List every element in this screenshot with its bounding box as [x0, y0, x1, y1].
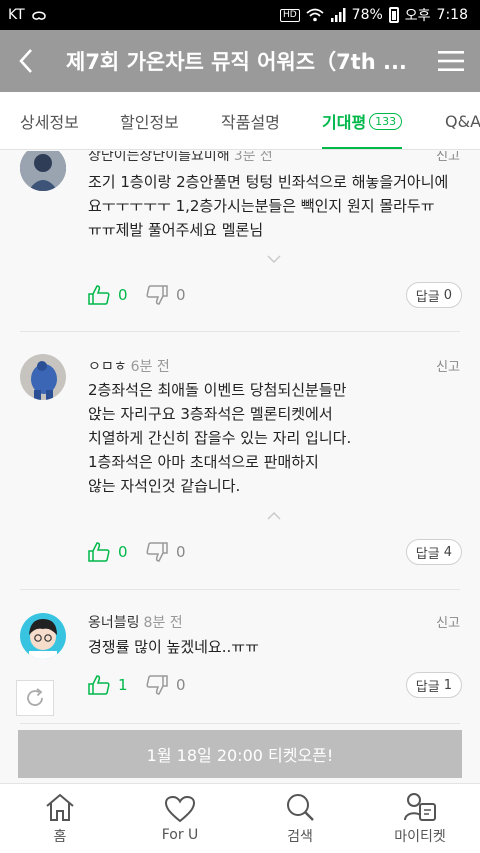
tab-label: 할인정보 [120, 113, 179, 132]
bottom-nav: 홈 For U 검색 마이티켓 [0, 783, 480, 853]
heart-icon [164, 795, 196, 822]
reply-count: 0 [443, 287, 452, 303]
thumbs-down-icon [146, 675, 168, 695]
comment-list[interactable]: 상단이는상단이를요미해 3분 전 신고 조기 1층이랑 2층안풀면 텅텅 빈좌석으… [0, 151, 480, 783]
comment-meta: ㅇㅁㅎ 6분 전 [88, 356, 170, 376]
like-button[interactable]: 0 [88, 285, 146, 305]
tab-description[interactable]: 작품설명 [221, 92, 280, 149]
dislike-button[interactable]: 0 [146, 542, 186, 562]
thumbs-up-icon [88, 675, 110, 695]
dislike-count: 0 [176, 676, 186, 694]
thumbs-down-icon [146, 542, 168, 562]
hd-icon: HD [279, 8, 300, 22]
chevron-up-icon[interactable] [267, 512, 281, 520]
status-bar: KT HD 78% 오후 7:18 [0, 0, 480, 30]
reply-label: 답글 [415, 679, 440, 695]
divider [20, 589, 460, 590]
thumbs-up-icon [88, 285, 110, 305]
nav-label: 검색 [287, 828, 313, 845]
tab-details[interactable]: 상세정보 [20, 92, 79, 149]
reply-count: 4 [443, 544, 452, 560]
comment-actions: 0 0 답글 4 [88, 539, 462, 565]
nav-label: For U [161, 826, 199, 843]
tab-label: 기대평 [322, 113, 367, 132]
hamburger-icon [438, 51, 464, 71]
comment-time: 3분 전 [233, 151, 273, 164]
clock: 7:18 [436, 7, 468, 23]
reply-button[interactable]: 답글 4 [405, 539, 462, 565]
comment-text: 2층좌석은 최애돌 이벤트 당첨되신분들만 앉는 자리구요 3층좌석은 멜론티켓… [88, 381, 352, 495]
like-count: 0 [118, 286, 128, 304]
search-icon [287, 793, 314, 821]
notification-icon [31, 11, 46, 20]
battery-icon [388, 7, 399, 23]
battery-percent: 78% [351, 7, 383, 23]
like-button[interactable]: 1 [88, 675, 146, 695]
nav-search[interactable]: 검색 [240, 784, 360, 853]
page-title: 제7회 가온차트 뮤직 어워즈（7th ... [66, 50, 407, 74]
avatar[interactable] [20, 151, 66, 191]
avatar[interactable] [20, 613, 66, 659]
tab-bar: 상세정보 할인정보 작품설명 기대평 133 Q&A [0, 92, 480, 150]
like-count: 1 [118, 676, 128, 694]
ticket-open-button[interactable]: 1월 18일 20:00 티켓오픈! [18, 730, 462, 778]
my-ticket-icon [404, 792, 436, 821]
reply-button[interactable]: 답글 0 [405, 282, 462, 308]
app-header: 제7회 가온차트 뮤직 어워즈（7th ... [0, 30, 480, 92]
dislike-count: 0 [176, 543, 186, 561]
like-button[interactable]: 0 [88, 542, 146, 562]
divider [20, 331, 460, 332]
report-button[interactable]: 신고 [436, 151, 460, 164]
thumbs-down-icon [146, 285, 168, 305]
nav-for-u[interactable]: For U [120, 784, 240, 853]
reply-button[interactable]: 답글 1 [405, 672, 462, 698]
comment-meta: 옹너블링 8분 전 [88, 612, 183, 632]
comment-meta: 상단이는상단이를요미해 3분 전 [88, 151, 273, 165]
tab-discounts[interactable]: 할인정보 [120, 92, 179, 149]
reply-label: 답글 [415, 546, 440, 562]
dislike-button[interactable]: 0 [146, 285, 186, 305]
dislike-count: 0 [176, 286, 186, 304]
nav-my-ticket[interactable]: 마이티켓 [360, 784, 480, 853]
chevron-left-icon [19, 49, 32, 73]
back-button[interactable] [0, 30, 52, 92]
tab-expectations[interactable]: 기대평 133 [322, 92, 403, 149]
nav-home[interactable]: 홈 [0, 784, 120, 853]
like-count: 0 [118, 543, 128, 561]
comment-actions: 1 0 답글 1 [88, 672, 462, 698]
avatar[interactable] [20, 354, 66, 400]
ampm-label: 오후 [404, 8, 431, 24]
tab-label: Q&A [445, 111, 480, 131]
menu-button[interactable] [422, 30, 480, 92]
comment-actions: 0 0 답글 0 [88, 282, 462, 308]
comment-text: 조기 1층이랑 2층안풀면 텅텅 빈좌석으로 해놓을거아니에 요ㅜㅜㅜㅜㅜ 1,… [88, 173, 449, 239]
thumbs-up-icon [88, 542, 110, 562]
home-icon [46, 793, 74, 821]
signal-icon [330, 8, 346, 22]
comment-count-badge: 133 [369, 112, 403, 130]
nav-label: 홈 [53, 828, 67, 845]
comment-author[interactable]: ㅇㅁㅎ [88, 359, 127, 375]
comment-time: 8분 전 [143, 615, 183, 631]
tab-qna[interactable]: Q&A [445, 92, 480, 149]
tab-label: 작품설명 [221, 113, 280, 132]
divider [20, 723, 460, 724]
reply-count: 1 [443, 677, 452, 693]
nav-label: 마이티켓 [394, 828, 446, 845]
comment-time: 6분 전 [130, 359, 170, 375]
dislike-button[interactable]: 0 [146, 675, 186, 695]
chevron-down-icon[interactable] [267, 255, 281, 263]
carrier-label: KT [8, 7, 25, 23]
refresh-button[interactable] [16, 680, 54, 716]
wifi-icon [306, 8, 324, 22]
reply-label: 답글 [415, 289, 440, 305]
comment-author[interactable]: 옹너블링 [88, 615, 140, 631]
refresh-icon [27, 688, 43, 706]
report-button[interactable]: 신고 [436, 356, 460, 375]
tab-label: 상세정보 [20, 113, 79, 132]
comment-author[interactable]: 상단이는상단이를요미해 [88, 151, 230, 164]
comment-text: 경쟁률 많이 높겠네요..ㅠㅠ [88, 638, 259, 656]
report-button[interactable]: 신고 [436, 612, 460, 631]
